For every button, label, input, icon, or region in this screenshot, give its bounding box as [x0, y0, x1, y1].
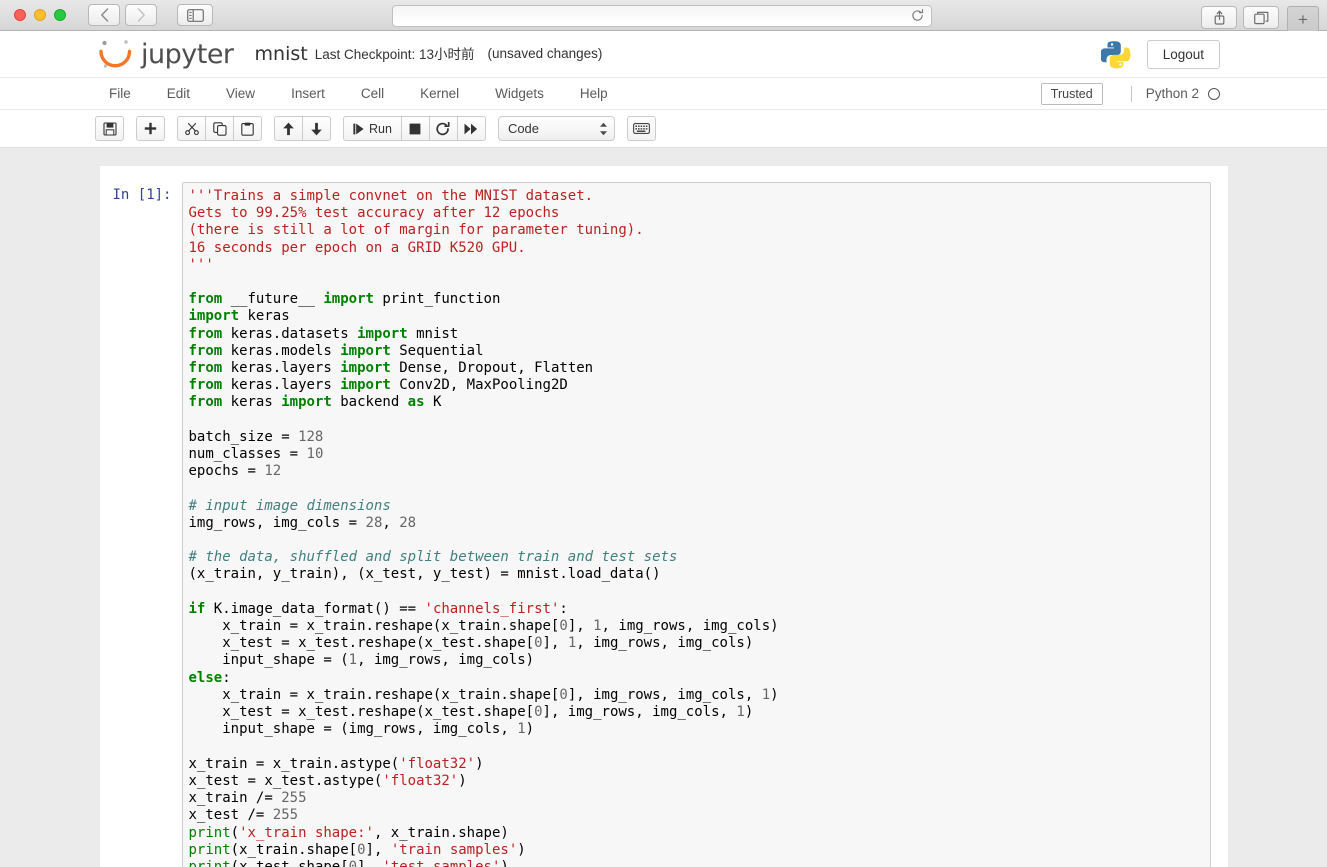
tabs-overview-button[interactable]	[1243, 6, 1279, 29]
notebook-header: jupyter mnist Last Checkpoint: 13小时前 (un…	[0, 31, 1327, 78]
zoom-window-button[interactable]	[54, 9, 66, 21]
logout-button[interactable]: Logout	[1146, 39, 1220, 69]
save-icon	[102, 121, 117, 136]
restart-and-run-all-button[interactable]	[456, 116, 486, 141]
interrupt-kernel-button[interactable]	[400, 116, 430, 141]
jupyter-logo[interactable]: jupyter	[97, 37, 234, 71]
menu-help[interactable]: Help	[562, 78, 626, 109]
run-icon	[353, 123, 364, 134]
cell-type-value: Code	[507, 121, 540, 136]
keyboard-icon	[632, 123, 650, 134]
menu-insert[interactable]: Insert	[273, 78, 343, 109]
scissors-icon	[184, 122, 199, 135]
run-cell-button[interactable]: Run	[343, 116, 402, 141]
toolbar-group-run: Run	[343, 116, 486, 141]
browser-right-controls: +	[1201, 4, 1319, 33]
back-button[interactable]	[88, 4, 120, 26]
kernel-name-label: Python 2	[1145, 86, 1199, 101]
restart-icon	[436, 121, 450, 135]
new-tab-button[interactable]: +	[1287, 6, 1319, 33]
cut-button[interactable]	[177, 116, 206, 141]
tabs-overview-icon	[1253, 11, 1268, 24]
menu-kernel[interactable]: Kernel	[402, 78, 477, 109]
jupyter-logo-text: jupyter	[141, 38, 234, 70]
unsaved-changes-label: (unsaved changes)	[487, 45, 603, 61]
move-cell-up-button[interactable]	[274, 116, 303, 141]
plus-icon	[144, 122, 157, 135]
restart-kernel-button[interactable]	[428, 116, 458, 141]
toolbar-group-move	[274, 116, 331, 141]
notebook-scroll-area[interactable]: In [1]: '''Trains a simple convnet on th…	[0, 148, 1327, 867]
python-logo-icon	[1100, 41, 1131, 69]
jupyter-logo-icon	[99, 40, 132, 68]
insert-cell-below-button[interactable]	[136, 116, 165, 141]
menu-file[interactable]: File	[97, 78, 149, 109]
header-right-controls: Logout	[1100, 39, 1220, 69]
sidebar-icon	[186, 8, 204, 22]
run-label: Run	[369, 121, 392, 136]
forward-button[interactable]	[125, 4, 157, 26]
stop-icon	[410, 123, 421, 134]
share-icon	[1214, 10, 1224, 25]
kernel-status-indicator	[1208, 87, 1220, 100]
jupyter-notebook-page: jupyter mnist Last Checkpoint: 13小时前 (un…	[0, 31, 1327, 867]
code-cell[interactable]: In [1]: '''Trains a simple convnet on th…	[100, 182, 1228, 867]
stepper-arrows-icon	[599, 122, 608, 136]
arrow-down-icon	[311, 122, 322, 135]
cell-input-area[interactable]: '''Trains a simple convnet on the MNIST …	[181, 182, 1211, 867]
menu-view[interactable]: View	[208, 78, 273, 109]
menu-cell[interactable]: Cell	[343, 78, 402, 109]
share-button[interactable]	[1201, 6, 1237, 29]
paste-button[interactable]	[233, 116, 262, 141]
move-cell-down-button[interactable]	[302, 116, 331, 141]
cell-execution-prompt: In [1]:	[112, 187, 172, 203]
paste-icon	[241, 122, 254, 136]
toolbar-group-keyboard	[626, 116, 656, 141]
notebook-toolbar: Run Code	[0, 110, 1327, 148]
close-window-button[interactable]	[14, 9, 26, 21]
menu-widgets[interactable]: Widgets	[477, 78, 562, 109]
arrow-up-icon	[283, 122, 294, 135]
copy-button[interactable]	[205, 116, 234, 141]
trusted-badge[interactable]: Trusted	[1040, 82, 1103, 105]
reload-icon[interactable]	[911, 8, 924, 24]
chevron-left-icon	[100, 8, 108, 22]
toolbar-group-clipboard	[177, 116, 262, 141]
cell-source-code[interactable]: '''Trains a simple convnet on the MNIST …	[189, 188, 1206, 867]
divider	[1130, 85, 1132, 102]
sidebar-toggle-button[interactable]	[177, 4, 213, 26]
copy-icon	[212, 121, 227, 136]
notebook-name[interactable]: mnist	[255, 43, 308, 65]
toolbar-group-save	[95, 116, 124, 141]
notebook-container: In [1]: '''Trains a simple convnet on th…	[99, 166, 1228, 867]
cell-type-select[interactable]: Code	[497, 116, 615, 141]
menu-bar: File Edit View Insert Cell Kernel Widget…	[0, 78, 1327, 110]
address-bar[interactable]	[392, 5, 932, 27]
save-button[interactable]	[95, 116, 124, 141]
menubar-right-status: Trusted Python 2	[1040, 82, 1220, 105]
navigation-buttons	[88, 4, 157, 26]
command-palette-button[interactable]	[626, 116, 656, 141]
minimize-window-button[interactable]	[34, 9, 46, 21]
chevron-right-icon	[137, 8, 145, 22]
menu-edit[interactable]: Edit	[149, 78, 208, 109]
last-checkpoint-label: Last Checkpoint: 13小时前	[314, 47, 475, 62]
toolbar-group-insert	[136, 116, 165, 141]
browser-toolbar: +	[0, 0, 1327, 33]
window-controls	[14, 9, 66, 21]
fast-forward-icon	[464, 123, 478, 134]
